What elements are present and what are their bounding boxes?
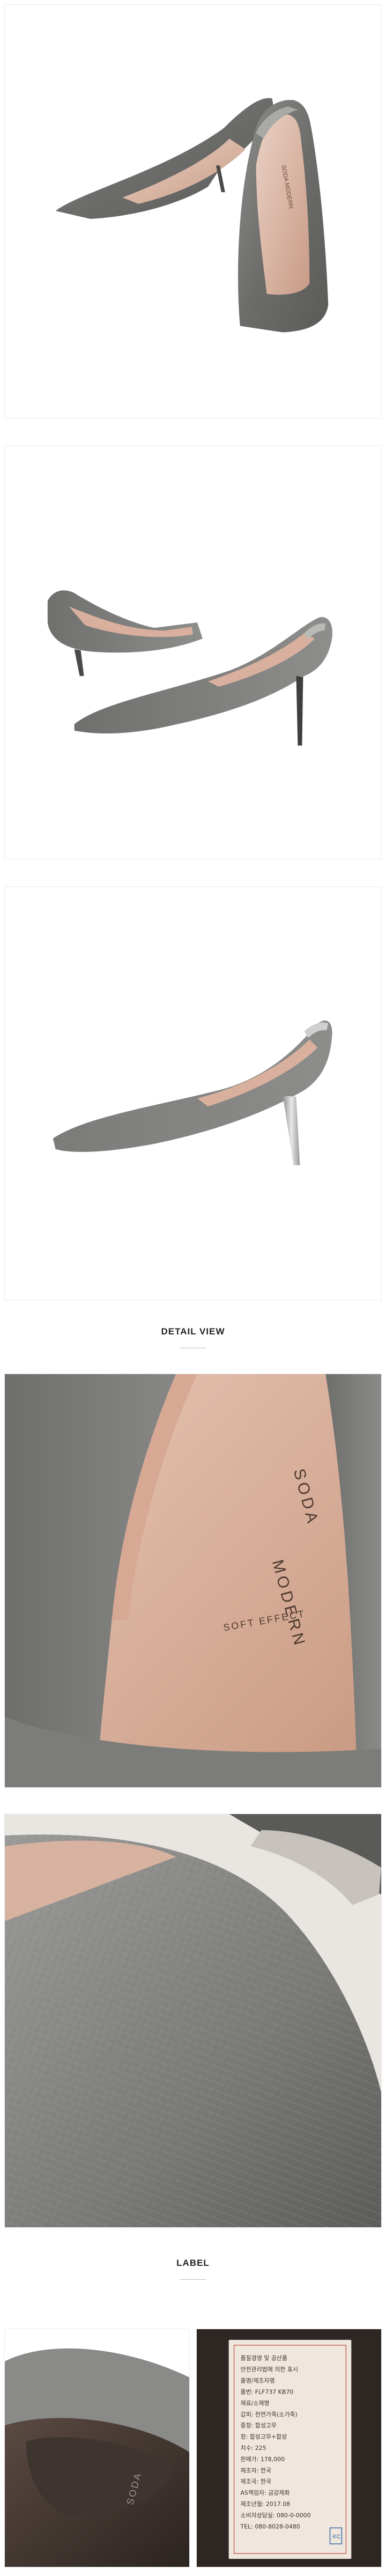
care-label-line: 중창: 합성고무 — [241, 2422, 277, 2429]
svg-text:KC: KC — [333, 2534, 341, 2540]
care-label-line: 치수: 225 — [241, 2445, 266, 2452]
label-photo-care-label: 품질경영 및 공산품안전관리법에 의한 표시품명/제조자명품번: FLF737 … — [196, 2329, 382, 2567]
detail-view-title: DETAIL VIEW — [161, 1326, 225, 1337]
label-divider — [180, 2279, 206, 2280]
care-label-line: 제조국: 한국 — [241, 2478, 271, 2485]
care-label-line: 품명/제조자명 — [241, 2377, 275, 2384]
label-title: LABEL — [176, 2258, 210, 2268]
product-photo-single-side — [4, 886, 382, 1301]
care-label-line: TEL: 080-8028-0480 — [240, 2523, 300, 2530]
care-label-line: 창: 합성고무+합성 — [241, 2433, 287, 2440]
care-label-line: 소비자상담실: 080-0-0000 — [241, 2512, 311, 2519]
care-label-line: 갑피: 천연가죽(소가죽) — [241, 2410, 298, 2418]
detail-photo-toe-texture — [4, 1814, 382, 2228]
care-label-line: 판매가: 178,000 — [241, 2456, 285, 2463]
product-photo-pair-side — [4, 445, 382, 860]
label-photo-outsole: SODA — [4, 2329, 190, 2567]
product-photo-pair-top: SODA MODERN — [4, 4, 382, 419]
detail-photo-insole: SODA MODERN SOFT EFFECT — [4, 1374, 382, 1788]
care-label-line: 제조년월: 2017.08 — [241, 2501, 291, 2508]
care-label-line: 재료/소재명 — [241, 2399, 270, 2406]
care-label-line: 품번: FLF737 KB70 — [241, 2388, 294, 2395]
care-label-line: 품질경영 및 공산품 — [241, 2355, 287, 2362]
care-label-line: AS책임자: 금강제화 — [241, 2490, 290, 2497]
care-label-line: 안전관리법에 의한 표시 — [241, 2366, 299, 2373]
care-label-line: 제조자: 한국 — [241, 2467, 271, 2474]
